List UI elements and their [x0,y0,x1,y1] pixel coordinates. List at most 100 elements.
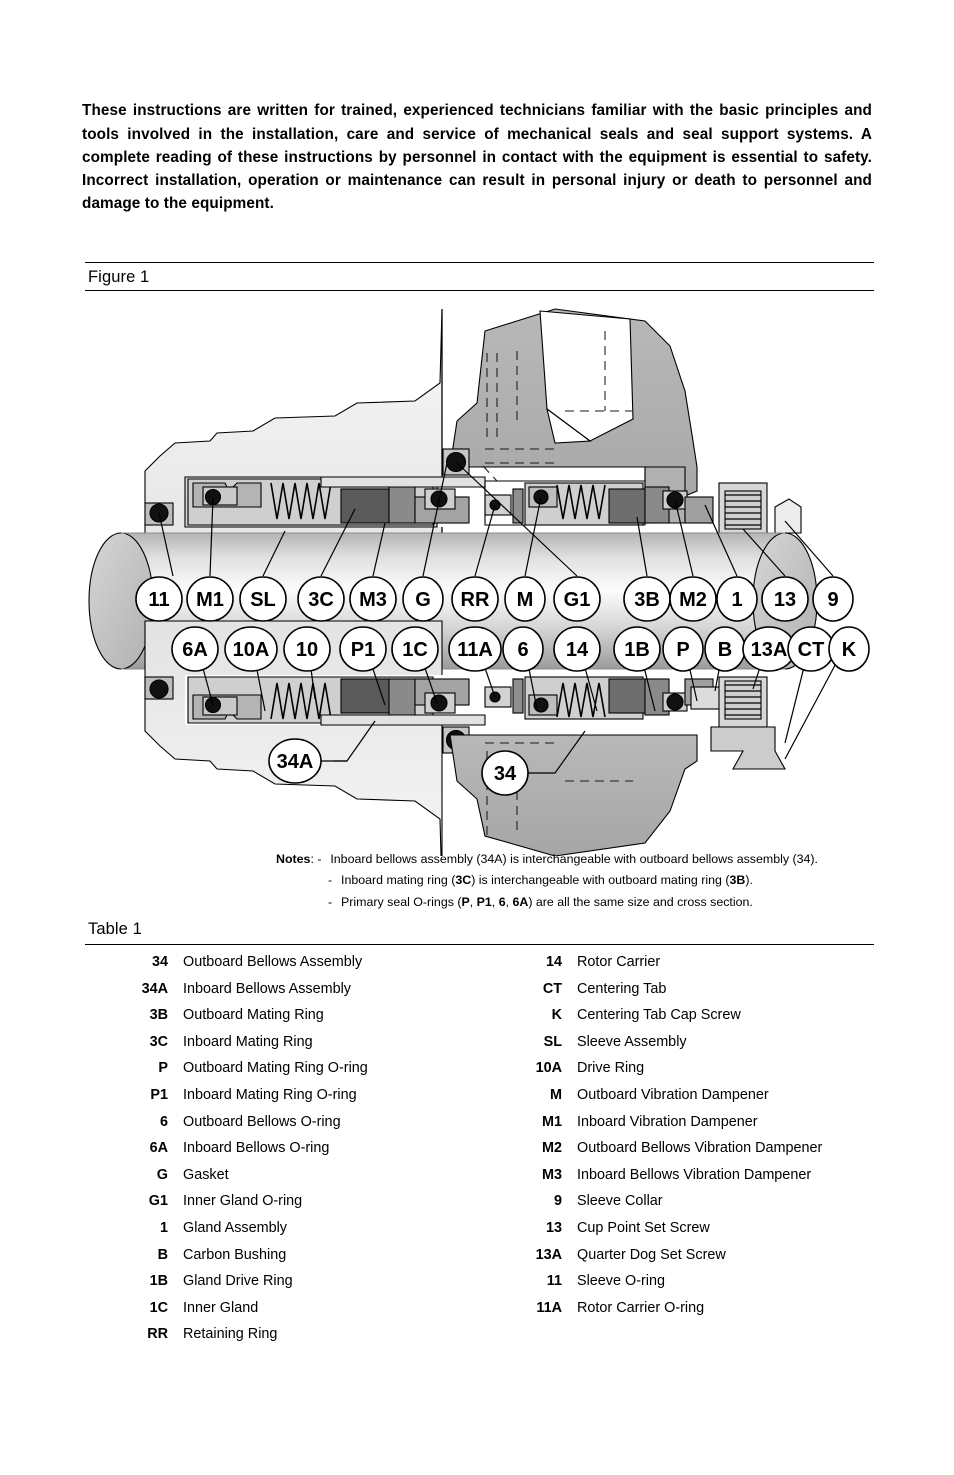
callout-top-1: 1 [716,576,758,622]
callout-label: 1B [624,639,650,661]
callouts-inner: 34A 34 [268,738,529,796]
callout-label: M3 [359,589,387,611]
table-row-value: Drive Ring [577,1060,645,1077]
table-row: B Carbon Bushing [85,1247,479,1274]
callout-top-9: 9 [812,576,854,622]
callout-label: CT [798,639,825,661]
callout-label: 34A [277,751,314,773]
callout-bottom-P: P [662,626,704,672]
table-row-value: Quarter Dog Set Screw [577,1246,726,1263]
table-rule [85,944,874,945]
note-2-pre: Inboard mating ring ( [341,873,456,888]
note-3-b4: 6A [512,894,529,909]
table-row: 1 Gland Assembly [85,1220,479,1247]
table-row-key: K [551,1007,562,1024]
note-3-b2: P1 [476,894,492,909]
table-row-value: Carbon Bushing [183,1246,287,1263]
table-row: 13A Quarter Dog Set Screw [479,1247,873,1274]
table-row-key: 14 [545,954,562,970]
table-row: 11 Sleeve O-ring [479,1273,873,1300]
table-row: 34A Inboard Bellows Assembly [85,981,479,1008]
callout-label: 9 [827,589,838,611]
table-row-key: M [550,1086,562,1103]
callout-label: 34 [494,763,517,785]
table-row-value: Retaining Ring [183,1326,278,1343]
table-row: 1C Inner Gland [85,1300,479,1327]
note-1-text: Inboard bellows assembly (34A) is interc… [330,852,818,866]
table-row-value: Rotor Carrier O-ring [577,1299,705,1316]
table-row: M Outboard Vibration Dampener [479,1087,873,1114]
table-row-key: P [158,1060,168,1077]
table-row-value: Outboard Bellows O-ring [183,1113,341,1130]
table-row-value: Centering Tab [577,980,667,997]
callout-label: 14 [566,639,589,661]
callout-bottom-CT: CT [787,626,835,672]
callout-label: B [718,639,732,661]
table-row-value: Rotor Carrier [577,954,661,970]
callout-top-M: M [504,576,546,622]
callout-label: 1C [402,639,428,661]
table-row-value: Cup Point Set Screw [577,1219,710,1236]
table-row-key: RR [147,1326,168,1343]
callouts-bottom-row: 6A 10A 10 P1 1C 11A 6 14 1B P B 13A CT K [171,626,870,672]
callout-label: 6 [517,639,528,661]
note-3-pre: Primary seal O-rings ( [341,894,462,909]
callout-top-11: 11 [135,576,183,622]
callout-top-G: G [402,576,444,622]
table-row-key: CT [542,980,562,997]
callout-bottom-K: K [828,626,870,672]
table-row: 6A Inboard Bellows O-ring [85,1140,479,1167]
callout-label: SL [250,589,276,611]
table-row-key: 10A [535,1060,562,1077]
callout-label: M2 [679,589,707,611]
callout-label: 3C [308,589,334,611]
figure-canvas: 11 M1 SL 3C M3 G RR M G1 3B M2 1 13 9 6A 10A 10 P1 1C 11A 6… [85,291,874,856]
callout-bottom-14: 14 [553,626,601,672]
table-row-key: M1 [542,1113,562,1130]
table-row-key: M2 [542,1140,562,1157]
table-row: K Centering Tab Cap Screw [479,1007,873,1034]
table-row-key: 34 [151,954,168,970]
table-row-value: Sleeve Collar [577,1193,663,1210]
table-row-value: Outboard Mating Ring [183,1007,324,1024]
table-row: 14 Rotor Carrier [479,954,873,981]
table-row-value: Inboard Mating Ring [183,1033,313,1050]
callout-label: 13 [774,589,796,611]
callout-top-G1: G1 [553,576,601,622]
table-row: 34 Outboard Bellows Assembly [85,954,479,981]
table-row-value: Inboard Bellows Assembly [183,980,351,997]
intro-paragraph: These instructions are written for train… [82,102,872,213]
table-row-value: Centering Tab Cap Screw [577,1007,741,1024]
callout-label: K [842,639,857,661]
table-row: 11A Rotor Carrier O-ring [479,1300,873,1327]
callout-label: 13A [751,639,788,661]
table-row-key: 3C [149,1033,168,1050]
callout-label: G1 [564,589,591,611]
table-row-key: G [156,1166,168,1183]
note-3-b3: 6 [498,894,506,909]
table-right-column: 14 Rotor Carrier CT Centering Tab K Centering… [479,954,873,1353]
callout-label: 10 [296,639,318,661]
callout-bottom-10A: 10A [224,626,278,672]
table-row-key: 11 [546,1273,562,1290]
table-row-value: Outboard Vibration Dampener [577,1086,769,1103]
table-row-key: 1C [149,1299,168,1316]
table-row-key: 1 [159,1219,168,1236]
callouts-top-row: 11 M1 SL 3C M3 G RR M G1 3B M2 1 13 9 [135,576,854,622]
note-line-1: Notes: - Inboard bellows assembly (34A) i… [276,852,818,866]
table-row-value: Outboard Bellows Vibration Dampener [577,1140,823,1157]
table-row-key: 13 [545,1219,562,1236]
callout-label: 6A [182,639,208,661]
table-row-key: M3 [542,1166,562,1183]
callout-bottom-1C: 1C [391,626,439,672]
table-left-column: 34 Outboard Bellows Assembly 34A Inboard Be… [85,954,479,1353]
callout-label: 11A [457,639,493,661]
callout-top-RR: RR [451,576,499,622]
note-3-post: ) are all the same size and cross sectio… [528,894,753,909]
note-2-post: ). [745,873,753,888]
callout-top-M1: M1 [186,576,234,622]
table-row-value: Outboard Mating Ring O-ring [183,1060,368,1077]
callout-top-SL: SL [239,576,287,622]
table-row: 13 Cup Point Set Screw [479,1220,873,1247]
table-row: CT Centering Tab [479,981,873,1008]
